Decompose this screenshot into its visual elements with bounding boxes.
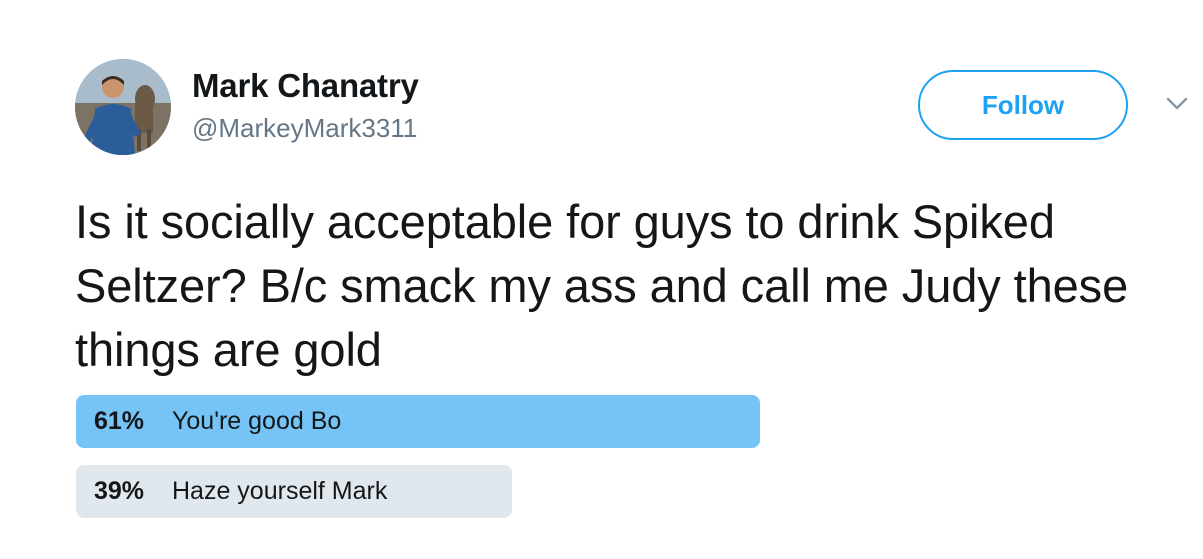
avatar[interactable] — [75, 59, 171, 155]
poll-option-percent: 61% — [94, 407, 145, 435]
poll-option-1: 61% You're good Bo — [76, 395, 760, 448]
author-display-name[interactable]: Mark Chanatry — [192, 67, 419, 105]
poll-option-2: 39% Haze yourself Mark — [76, 465, 512, 518]
tweet-card: Mark Chanatry @MarkeyMark3311 Follow Is … — [0, 0, 1203, 559]
poll-option-label: You're good Bo — [172, 407, 342, 435]
author-handle[interactable]: @MarkeyMark3311 — [192, 113, 417, 144]
poll-option-percent: 39% — [94, 477, 145, 505]
tweet-text: Is it socially acceptable for guys to dr… — [75, 195, 1129, 376]
profile-photo-image — [75, 59, 171, 155]
follow-button[interactable]: Follow — [918, 70, 1128, 140]
poll-option-label: Haze yourself Mark — [172, 477, 388, 505]
chevron-down-icon[interactable] — [1166, 96, 1188, 112]
